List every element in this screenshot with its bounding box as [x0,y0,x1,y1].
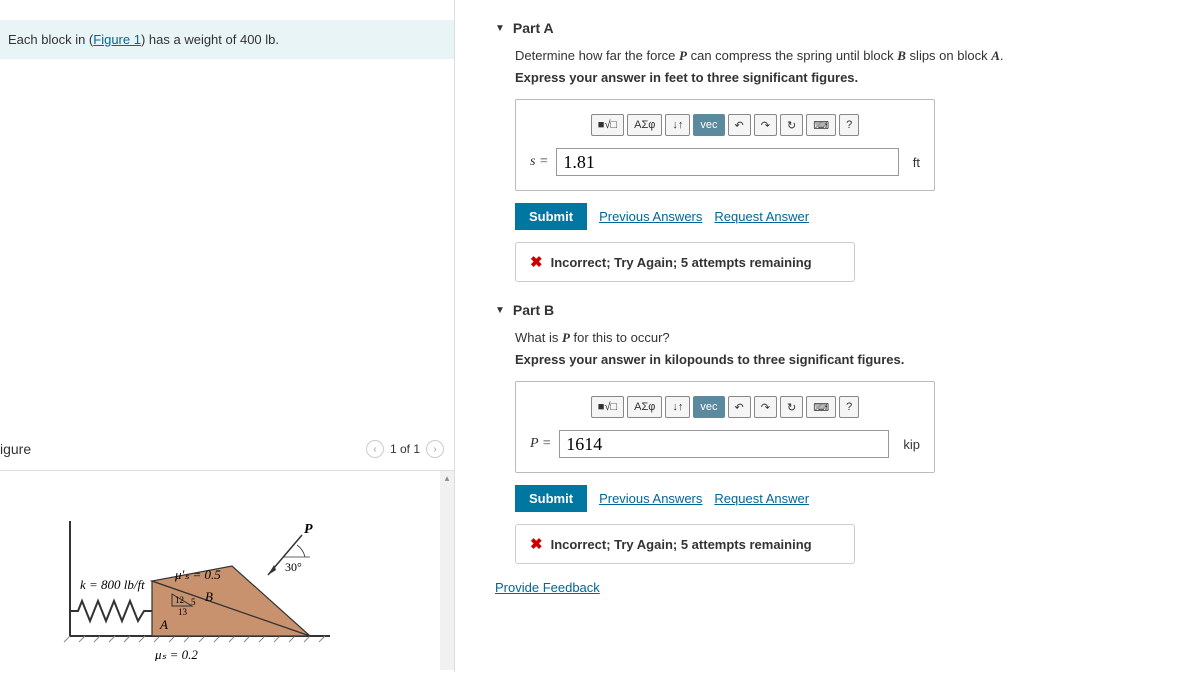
redo-button[interactable]: ↷ [754,396,777,418]
reset-button[interactable]: ↻ [780,114,803,136]
question-text: Determine how far the force P can compre… [515,48,1200,64]
answer-input[interactable] [559,430,889,458]
incorrect-icon: ✖ [530,253,543,271]
svg-text:B: B [205,589,213,604]
svg-text:5: 5 [191,597,196,607]
incorrect-icon: ✖ [530,535,543,553]
figure-counter: 1 of 1 [390,442,420,456]
caret-down-icon: ▼ [495,23,505,34]
undo-button[interactable]: ↶ [728,396,751,418]
keyboard-button[interactable]: ⌨ [806,114,836,136]
request-answer-link[interactable]: Request Answer [714,209,809,224]
keyboard-button[interactable]: ⌨ [806,396,836,418]
vector-button[interactable]: vec [693,114,724,136]
answer-box: ■√□ ΑΣφ ↓↑ vec ↶ ↷ ↻ ⌨ ? P = kip [515,381,935,473]
subscript-button[interactable]: ↓↑ [665,114,690,136]
svg-text:30°: 30° [285,560,302,574]
figure-next-button[interactable]: › [426,440,444,458]
request-answer-link[interactable]: Request Answer [714,491,809,506]
svg-text:k = 800 lb/ft: k = 800 lb/ft [80,577,145,592]
svg-text:μ′ₛ = 0.5: μ′ₛ = 0.5 [174,567,221,582]
figure-section-label: igure [0,441,31,457]
part-title: Part B [513,302,554,318]
figure-panel: ▴ [0,470,454,670]
answer-box: ■√□ ΑΣφ ↓↑ vec ↶ ↷ ↻ ⌨ ? s = ft [515,99,935,191]
svg-text:P: P [304,522,313,537]
svg-text:A: A [159,617,168,632]
part-b-header[interactable]: ▼ Part B [455,282,1200,330]
redo-button[interactable]: ↷ [754,114,777,136]
templates-button[interactable]: ■√□ [591,396,624,418]
help-button[interactable]: ? [839,396,859,418]
question-text: What is P for this to occur? [515,330,1200,346]
feedback-message: ✖ Incorrect; Try Again; 5 attempts remai… [515,524,855,564]
figure-prev-button[interactable]: ‹ [366,440,384,458]
figure-diagram: k = 800 lb/ft μ′ₛ = 0.5 μₛ = 0.2 P 30° A… [60,501,340,661]
figure-nav: ‹ 1 of 1 › [366,440,444,458]
svg-text:12: 12 [175,595,184,605]
answer-instruction: Express your answer in kilopounds to thr… [515,352,1200,367]
feedback-message: ✖ Incorrect; Try Again; 5 attempts remai… [515,242,855,282]
answer-instruction: Express your answer in feet to three sig… [515,70,1200,85]
figure-link[interactable]: Figure 1 [93,32,141,47]
scroll-up-icon[interactable]: ▴ [440,471,454,485]
caret-down-icon: ▼ [495,305,505,316]
help-button[interactable]: ? [839,114,859,136]
provide-feedback-link[interactable]: Provide Feedback [495,580,600,595]
greek-button[interactable]: ΑΣφ [627,396,662,418]
part-title: Part A [513,20,554,36]
templates-button[interactable]: ■√□ [591,114,624,136]
previous-answers-link[interactable]: Previous Answers [599,491,702,506]
previous-answers-link[interactable]: Previous Answers [599,209,702,224]
vector-button[interactable]: vec [693,396,724,418]
reset-button[interactable]: ↻ [780,396,803,418]
figure-scrollbar[interactable]: ▴ [440,471,454,670]
variable-prefix: P = [530,436,551,452]
unit-label: kip [903,437,920,452]
svg-text:13: 13 [178,607,188,617]
undo-button[interactable]: ↶ [728,114,751,136]
part-a-header[interactable]: ▼ Part A [455,0,1200,48]
answer-input[interactable] [556,148,898,176]
variable-prefix: s = [530,154,548,170]
submit-button[interactable]: Submit [515,203,587,230]
submit-button[interactable]: Submit [515,485,587,512]
subscript-button[interactable]: ↓↑ [665,396,690,418]
problem-statement: Each block in (Figure 1) has a weight of… [0,20,454,59]
unit-label: ft [913,155,920,170]
greek-button[interactable]: ΑΣφ [627,114,662,136]
svg-text:μₛ = 0.2: μₛ = 0.2 [154,647,198,661]
